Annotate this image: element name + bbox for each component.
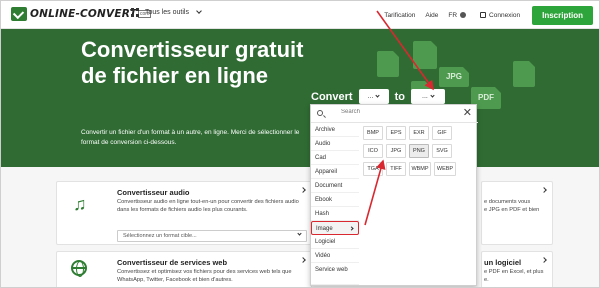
all-tools-menu[interactable]: Tous les outils [131, 8, 202, 17]
card-description-partial: e documents vous e JPG en PDF et bien [484, 199, 550, 214]
chevron-down-icon [297, 231, 302, 236]
from-format-select[interactable]: ... [358, 89, 389, 104]
category-image[interactable]: Image [311, 221, 359, 235]
card-title: Convertisseur audio [117, 188, 190, 197]
category-web-service[interactable]: Service web [311, 263, 359, 285]
hero-description: Convertir un fichier d'un format à un au… [81, 129, 300, 146]
software-converter-card[interactable]: un logiciel e PDF en Excel, et plus e. [481, 251, 553, 287]
card-text-line: e documents vous [484, 199, 531, 205]
jpg-icon-label: JPG [445, 72, 462, 81]
category-list: Archive Audio Cad Appareil Document Eboo… [311, 123, 359, 285]
language-label: FR [448, 11, 458, 19]
logo-text: ONLINE-CONVERT [30, 8, 137, 20]
chevron-down-icon [375, 93, 381, 98]
category-device[interactable]: Appareil [311, 165, 359, 179]
format-jpg[interactable]: JPG [386, 144, 406, 158]
to-format-select[interactable]: ... [410, 89, 445, 104]
document-icon [377, 51, 399, 77]
format-ico[interactable]: ICO [363, 144, 383, 158]
to-label: to [394, 90, 405, 103]
globe-icon [71, 260, 87, 277]
nav-right: Tarification Aide FR Connexion Inscripti… [384, 1, 599, 29]
format-gif[interactable]: GIF [432, 126, 452, 140]
all-tools-label: Tous les outils [145, 9, 189, 16]
format-webp[interactable]: WEBP [434, 162, 456, 176]
language-selector[interactable]: FR [448, 11, 467, 19]
format-search-input[interactable] [341, 109, 441, 115]
chevron-down-icon [430, 93, 435, 98]
hero-section: Convertisseur gratuit de fichier en lign… [1, 29, 599, 167]
format-search: ✕ [311, 105, 478, 123]
archive-icon [413, 41, 437, 69]
card-description: Convertisseur audio en ligne tout-en-un … [117, 199, 299, 213]
pdf-icon-label: PDF [478, 93, 494, 102]
format-eps[interactable]: EPS [386, 126, 406, 140]
format-tga[interactable]: TGA [363, 162, 383, 176]
card-text-line: e JPG en PDF et bien [484, 206, 540, 213]
chevron-right-icon [541, 257, 547, 263]
format-wbmp[interactable]: WBMP [409, 162, 431, 176]
chevron-right-icon [300, 187, 306, 193]
category-ebook[interactable]: Ebook [311, 193, 359, 207]
close-icon[interactable]: ✕ [463, 108, 472, 119]
audio-format-select[interactable]: Sélectionnez un format cible... [117, 230, 307, 242]
web-service-converter-card[interactable]: Convertisseur de services web Convertiss… [56, 251, 312, 287]
format-grid: BMP EPS EXR GIF ICO JPG PNG SVG TGA TIFF… [363, 125, 475, 179]
hero-title: Convertisseur gratuit de fichier en lign… [81, 37, 304, 88]
category-cad[interactable]: Cad [311, 151, 359, 165]
converter-cards: ♫ Convertisseur audio Convertisseur audi… [1, 167, 599, 287]
jpg-file-icon: JPG [439, 67, 469, 87]
format-bmp[interactable]: BMP [363, 126, 383, 140]
top-navbar: ONLINE-CONVERT com Tous les outils Tarif… [1, 1, 599, 29]
format-png[interactable]: PNG [409, 144, 429, 158]
category-image-label: Image [316, 226, 333, 232]
format-exr[interactable]: EXR [409, 126, 429, 140]
chevron-right-icon [541, 187, 547, 193]
signup-button[interactable]: Inscription [532, 5, 593, 25]
page: ONLINE-CONVERT com Tous les outils Tarif… [0, 0, 600, 288]
globe-small-icon [460, 12, 467, 18]
convert-label: Convert [311, 90, 353, 103]
category-archive[interactable]: Archive [311, 123, 359, 137]
format-tiff[interactable]: TIFF [386, 162, 406, 176]
document-converter-card[interactable]: e documents vous e JPG en PDF et bien [481, 181, 553, 245]
category-software[interactable]: Logiciel [311, 235, 359, 249]
category-document[interactable]: Document [311, 179, 359, 193]
logo-check-icon [11, 7, 27, 21]
to-format-value: ... [422, 93, 428, 100]
from-format-value: ... [367, 93, 374, 100]
category-hash[interactable]: Hash [311, 207, 359, 221]
category-audio[interactable]: Audio [311, 137, 359, 151]
audio-converter-card[interactable]: ♫ Convertisseur audio Convertisseur audi… [56, 181, 312, 245]
category-video[interactable]: Vidéo [311, 249, 359, 263]
select-placeholder: Sélectionnez un format cible... [123, 233, 197, 239]
card-description-partial: e PDF en Excel, et plus e. [484, 269, 550, 284]
format-svg[interactable]: SVG [432, 144, 452, 158]
login-icon [480, 12, 487, 18]
login-link[interactable]: Connexion [480, 12, 520, 19]
chevron-right-icon [349, 226, 354, 231]
convert-row: Convert ... to ... [311, 89, 451, 104]
card-title-partial: un logiciel [484, 258, 522, 267]
format-dropdown: ✕ Archive Audio Cad Appareil Document Eb… [310, 104, 478, 286]
pricing-link[interactable]: Tarification [384, 12, 415, 19]
card-text-line: e. [484, 276, 489, 283]
image-file-icon [513, 61, 535, 87]
music-note-icon: ♫ [73, 194, 87, 214]
card-title: Convertisseur de services web [117, 258, 228, 267]
search-icon [317, 110, 323, 116]
card-description: Convertissez et optimisez vos fichiers p… [117, 269, 292, 283]
chevron-right-icon [300, 257, 306, 263]
help-link[interactable]: Aide [425, 12, 438, 19]
login-label: Connexion [489, 11, 521, 19]
grid-icon [131, 8, 140, 17]
chevron-down-icon [196, 8, 202, 14]
card-text-line: e PDF en Excel, et plus [484, 269, 544, 275]
